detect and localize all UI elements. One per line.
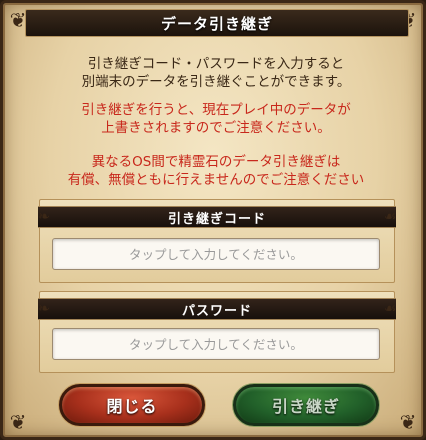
password-label: パスワード <box>181 303 252 319</box>
dialog-title-bar: データ引き継ぎ <box>25 9 409 37</box>
warning-line: 上書きされますのでご注意ください。 <box>101 120 331 136</box>
scroll-curl-icon: ☙ <box>383 301 397 317</box>
instruction-line: 引き継ぎコード・パスワードを入力すると <box>87 56 345 72</box>
transfer-button[interactable]: 引き継ぎ <box>233 384 379 426</box>
ornament-corner-icon: ❦ <box>399 410 417 434</box>
instruction-line: 別端末のデータを引き継ぐことができます。 <box>81 74 351 90</box>
transfer-code-panel: ❧ 引き継ぎコード ☙ <box>38 199 396 283</box>
password-input[interactable] <box>52 328 380 360</box>
transfer-code-label: 引き継ぎコード <box>167 211 266 227</box>
instruction-message: 引き継ぎコード・パスワードを入力すると 別端末のデータを引き継ぐことができます。 <box>3 55 426 91</box>
transfer-code-input[interactable] <box>52 238 380 270</box>
password-panel: ❧ パスワード ☙ <box>38 291 396 373</box>
warning-line: 有償、無償ともに行えませんのでご注意ください <box>67 172 365 188</box>
close-button[interactable]: 閉じる <box>59 384 205 426</box>
dialog-title: データ引き継ぎ <box>160 14 273 33</box>
scroll-curl-icon: ❧ <box>38 301 50 317</box>
scroll-curl-icon: ☙ <box>383 209 397 225</box>
transfer-code-header: ❧ 引き継ぎコード ☙ <box>38 206 396 228</box>
warning-line: 引き継ぎを行うと、現在プレイ中のデータが <box>81 102 351 118</box>
transfer-button-label: 引き継ぎ <box>271 397 340 416</box>
password-header: ❧ パスワード ☙ <box>38 298 396 320</box>
ornament-corner-icon: ❦ <box>9 410 27 434</box>
data-transfer-dialog: ❦ ❦ データ引き継ぎ 引き継ぎコード・パスワードを入力すると 別端末のデータを… <box>0 0 426 440</box>
overwrite-warning: 引き継ぎを行うと、現在プレイ中のデータが 上書きされますのでご注意ください。 <box>3 101 426 137</box>
os-warning: 異なるOS間で精霊石のデータ引き継ぎは 有償、無償ともに行えませんのでご注意くだ… <box>3 153 426 189</box>
scroll-curl-icon: ❧ <box>38 209 50 225</box>
close-button-label: 閉じる <box>106 397 158 416</box>
warning-line: 異なるOS間で精霊石のデータ引き継ぎは <box>91 154 341 170</box>
